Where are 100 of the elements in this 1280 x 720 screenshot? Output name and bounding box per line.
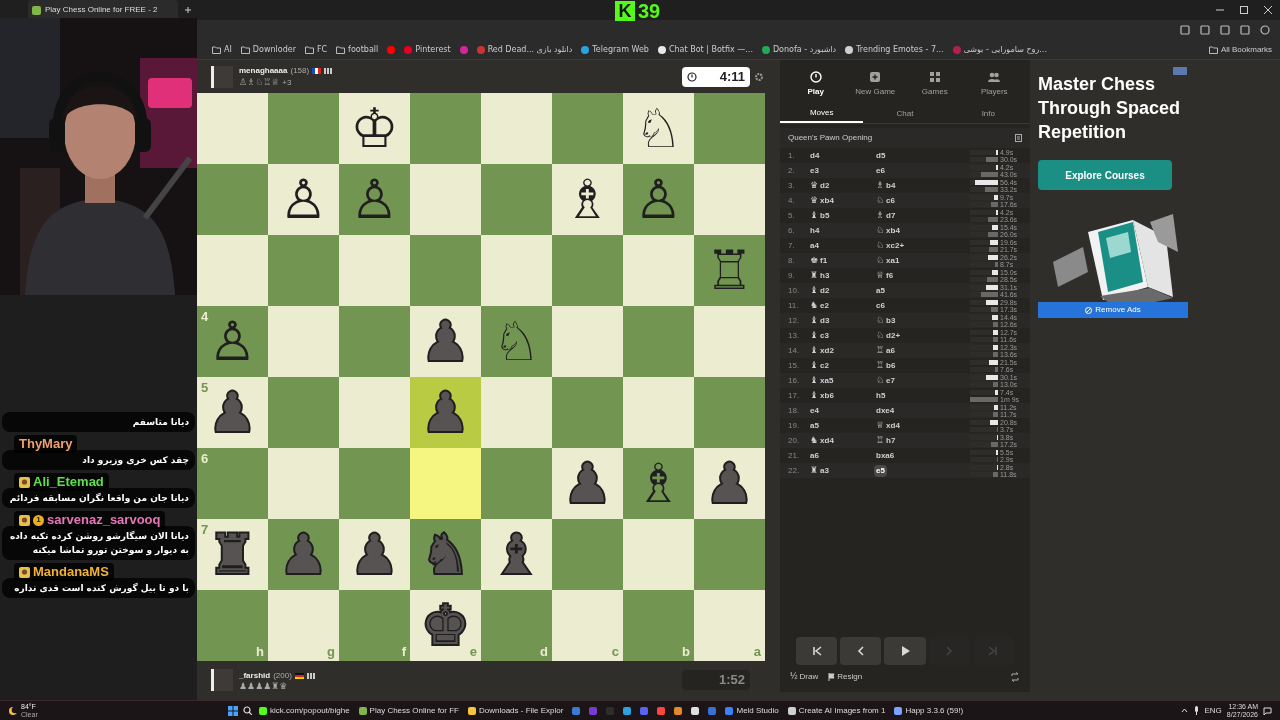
move-entry[interactable]: ♖ a6: [874, 344, 897, 357]
notification-icon[interactable]: [1263, 706, 1272, 715]
move-entry[interactable]: h5: [874, 389, 888, 402]
bookmark[interactable]: Red Dead... دانلود بازی: [476, 43, 573, 56]
maximize-icon[interactable]: [1240, 6, 1248, 14]
taskbar-app[interactable]: Happ 3.3.6 (59!): [892, 702, 966, 719]
board-square[interactable]: ♝: [481, 519, 552, 590]
move-entry[interactable]: ♞ e2: [808, 299, 831, 312]
bookmark[interactable]: Downloder: [240, 43, 296, 56]
move-entry[interactable]: h4: [808, 224, 822, 237]
move-entry[interactable]: ♘ xc2+: [874, 239, 907, 252]
chess-piece[interactable]: ♟: [350, 527, 399, 582]
search-icon[interactable]: [243, 706, 252, 715]
board-square[interactable]: [552, 519, 623, 590]
bookmark[interactable]: [387, 45, 396, 54]
board-square[interactable]: [339, 448, 410, 519]
board-square[interactable]: [552, 306, 623, 377]
move-entry[interactable]: d5: [874, 149, 888, 162]
board-square[interactable]: [481, 164, 552, 235]
language-indicator[interactable]: ENG: [1204, 704, 1222, 717]
move-entry[interactable]: ♝ xd2: [808, 344, 836, 357]
board-square[interactable]: [197, 164, 268, 235]
board-square[interactable]: ♟: [410, 306, 481, 377]
chess-piece[interactable]: ♟: [705, 456, 754, 511]
taskbar-app[interactable]: Meld Studio: [723, 702, 781, 719]
move-entry[interactable]: ♘ c6: [874, 194, 897, 207]
move-entry[interactable]: ♝ c3: [808, 329, 831, 342]
board-square[interactable]: [268, 448, 339, 519]
panel-nav-tab[interactable]: Games: [908, 70, 961, 98]
ad-badge-icon[interactable]: [1173, 67, 1187, 75]
chess-piece[interactable]: ♗: [563, 172, 612, 227]
taskbar-app[interactable]: Create AI Images from 1: [785, 702, 888, 719]
board-square[interactable]: [268, 377, 339, 448]
move-entry[interactable]: ♚ f1: [808, 254, 830, 267]
board-square[interactable]: [552, 377, 623, 448]
move-entry[interactable]: a5: [874, 284, 887, 297]
chess-piece[interactable]: ♙: [279, 172, 328, 227]
bookmark[interactable]: Donofa - داشبورد: [761, 43, 837, 56]
taskbar-app[interactable]: Play Chess Online for FF: [356, 702, 461, 719]
explore-courses-button[interactable]: Explore Courses: [1038, 160, 1172, 190]
board-square[interactable]: [268, 93, 339, 164]
board-square[interactable]: [694, 519, 765, 590]
panel-nav-tab[interactable]: Players: [968, 70, 1021, 98]
move-entry[interactable]: ♝ xb6: [808, 389, 836, 402]
board-square[interactable]: [623, 377, 694, 448]
settings-icon[interactable]: [754, 71, 764, 82]
close-icon[interactable]: [1264, 6, 1272, 14]
board-square[interactable]: [552, 235, 623, 306]
book-icon[interactable]: [1015, 134, 1022, 142]
board-square[interactable]: ♙: [339, 164, 410, 235]
player-name[interactable]: menaghaaaa: [239, 64, 288, 77]
move-entry[interactable]: ♖ b6: [874, 359, 898, 372]
chess-piece[interactable]: ♘: [634, 101, 683, 156]
board-square[interactable]: [339, 235, 410, 306]
board-square[interactable]: ♟: [694, 448, 765, 519]
board-square[interactable]: [481, 448, 552, 519]
browser-tab[interactable]: Play Chess Online for FREE - 2: [28, 0, 178, 20]
bookmark[interactable]: football: [336, 43, 379, 56]
board-square[interactable]: ♙: [623, 164, 694, 235]
chess-piece[interactable]: ♟: [421, 314, 470, 369]
board-square[interactable]: ♙: [268, 164, 339, 235]
square-icon[interactable]: [1240, 25, 1250, 35]
board-square[interactable]: [197, 93, 268, 164]
bookmark[interactable]: Trending Emotes - 7...: [845, 43, 944, 56]
board-square[interactable]: [410, 164, 481, 235]
chess-piece[interactable]: ♙: [634, 172, 683, 227]
board-square[interactable]: [694, 93, 765, 164]
bookmark[interactable]: AI: [212, 43, 232, 56]
move-entry[interactable]: e5: [874, 464, 887, 477]
move-entry[interactable]: c6: [874, 299, 887, 312]
chess-piece[interactable]: ♚: [421, 598, 470, 653]
board-square[interactable]: ♟: [410, 377, 481, 448]
move-entry[interactable]: a4: [808, 239, 821, 252]
flip-board-icon[interactable]: [1010, 672, 1020, 682]
move-entry[interactable]: a5: [808, 419, 821, 432]
board-square[interactable]: ♗: [623, 448, 694, 519]
board-square[interactable]: [481, 235, 552, 306]
all-bookmarks[interactable]: All Bookmarks: [1208, 43, 1272, 56]
board-square[interactable]: [694, 306, 765, 377]
panel-tab[interactable]: Chat: [863, 104, 947, 123]
board-square[interactable]: [552, 93, 623, 164]
panel-nav-tab[interactable]: New Game: [849, 70, 902, 98]
board-square[interactable]: [339, 306, 410, 377]
board-square[interactable]: [623, 519, 694, 590]
chevron-up-icon[interactable]: [1180, 707, 1188, 714]
move-entry[interactable]: ♝ d3: [808, 314, 832, 327]
move-entry[interactable]: ♝ c2: [808, 359, 831, 372]
microphone-icon[interactable]: [1192, 706, 1200, 715]
board-square[interactable]: [481, 93, 552, 164]
board-square[interactable]: [623, 235, 694, 306]
move-entry[interactable]: ♞ xd4: [808, 434, 836, 447]
chess-piece[interactable]: ♜: [208, 527, 257, 582]
board-square[interactable]: [694, 164, 765, 235]
move-entry[interactable]: ♘ b3: [874, 314, 898, 327]
chess-piece[interactable]: ♗: [634, 456, 683, 511]
move-nav-button[interactable]: [796, 637, 838, 665]
bookmark[interactable]: FC: [304, 43, 328, 56]
remove-ads-button[interactable]: Remove Ads: [1038, 302, 1188, 318]
draw-button[interactable]: ½ Draw: [790, 670, 819, 684]
chess-piece[interactable]: ♟: [208, 385, 257, 440]
